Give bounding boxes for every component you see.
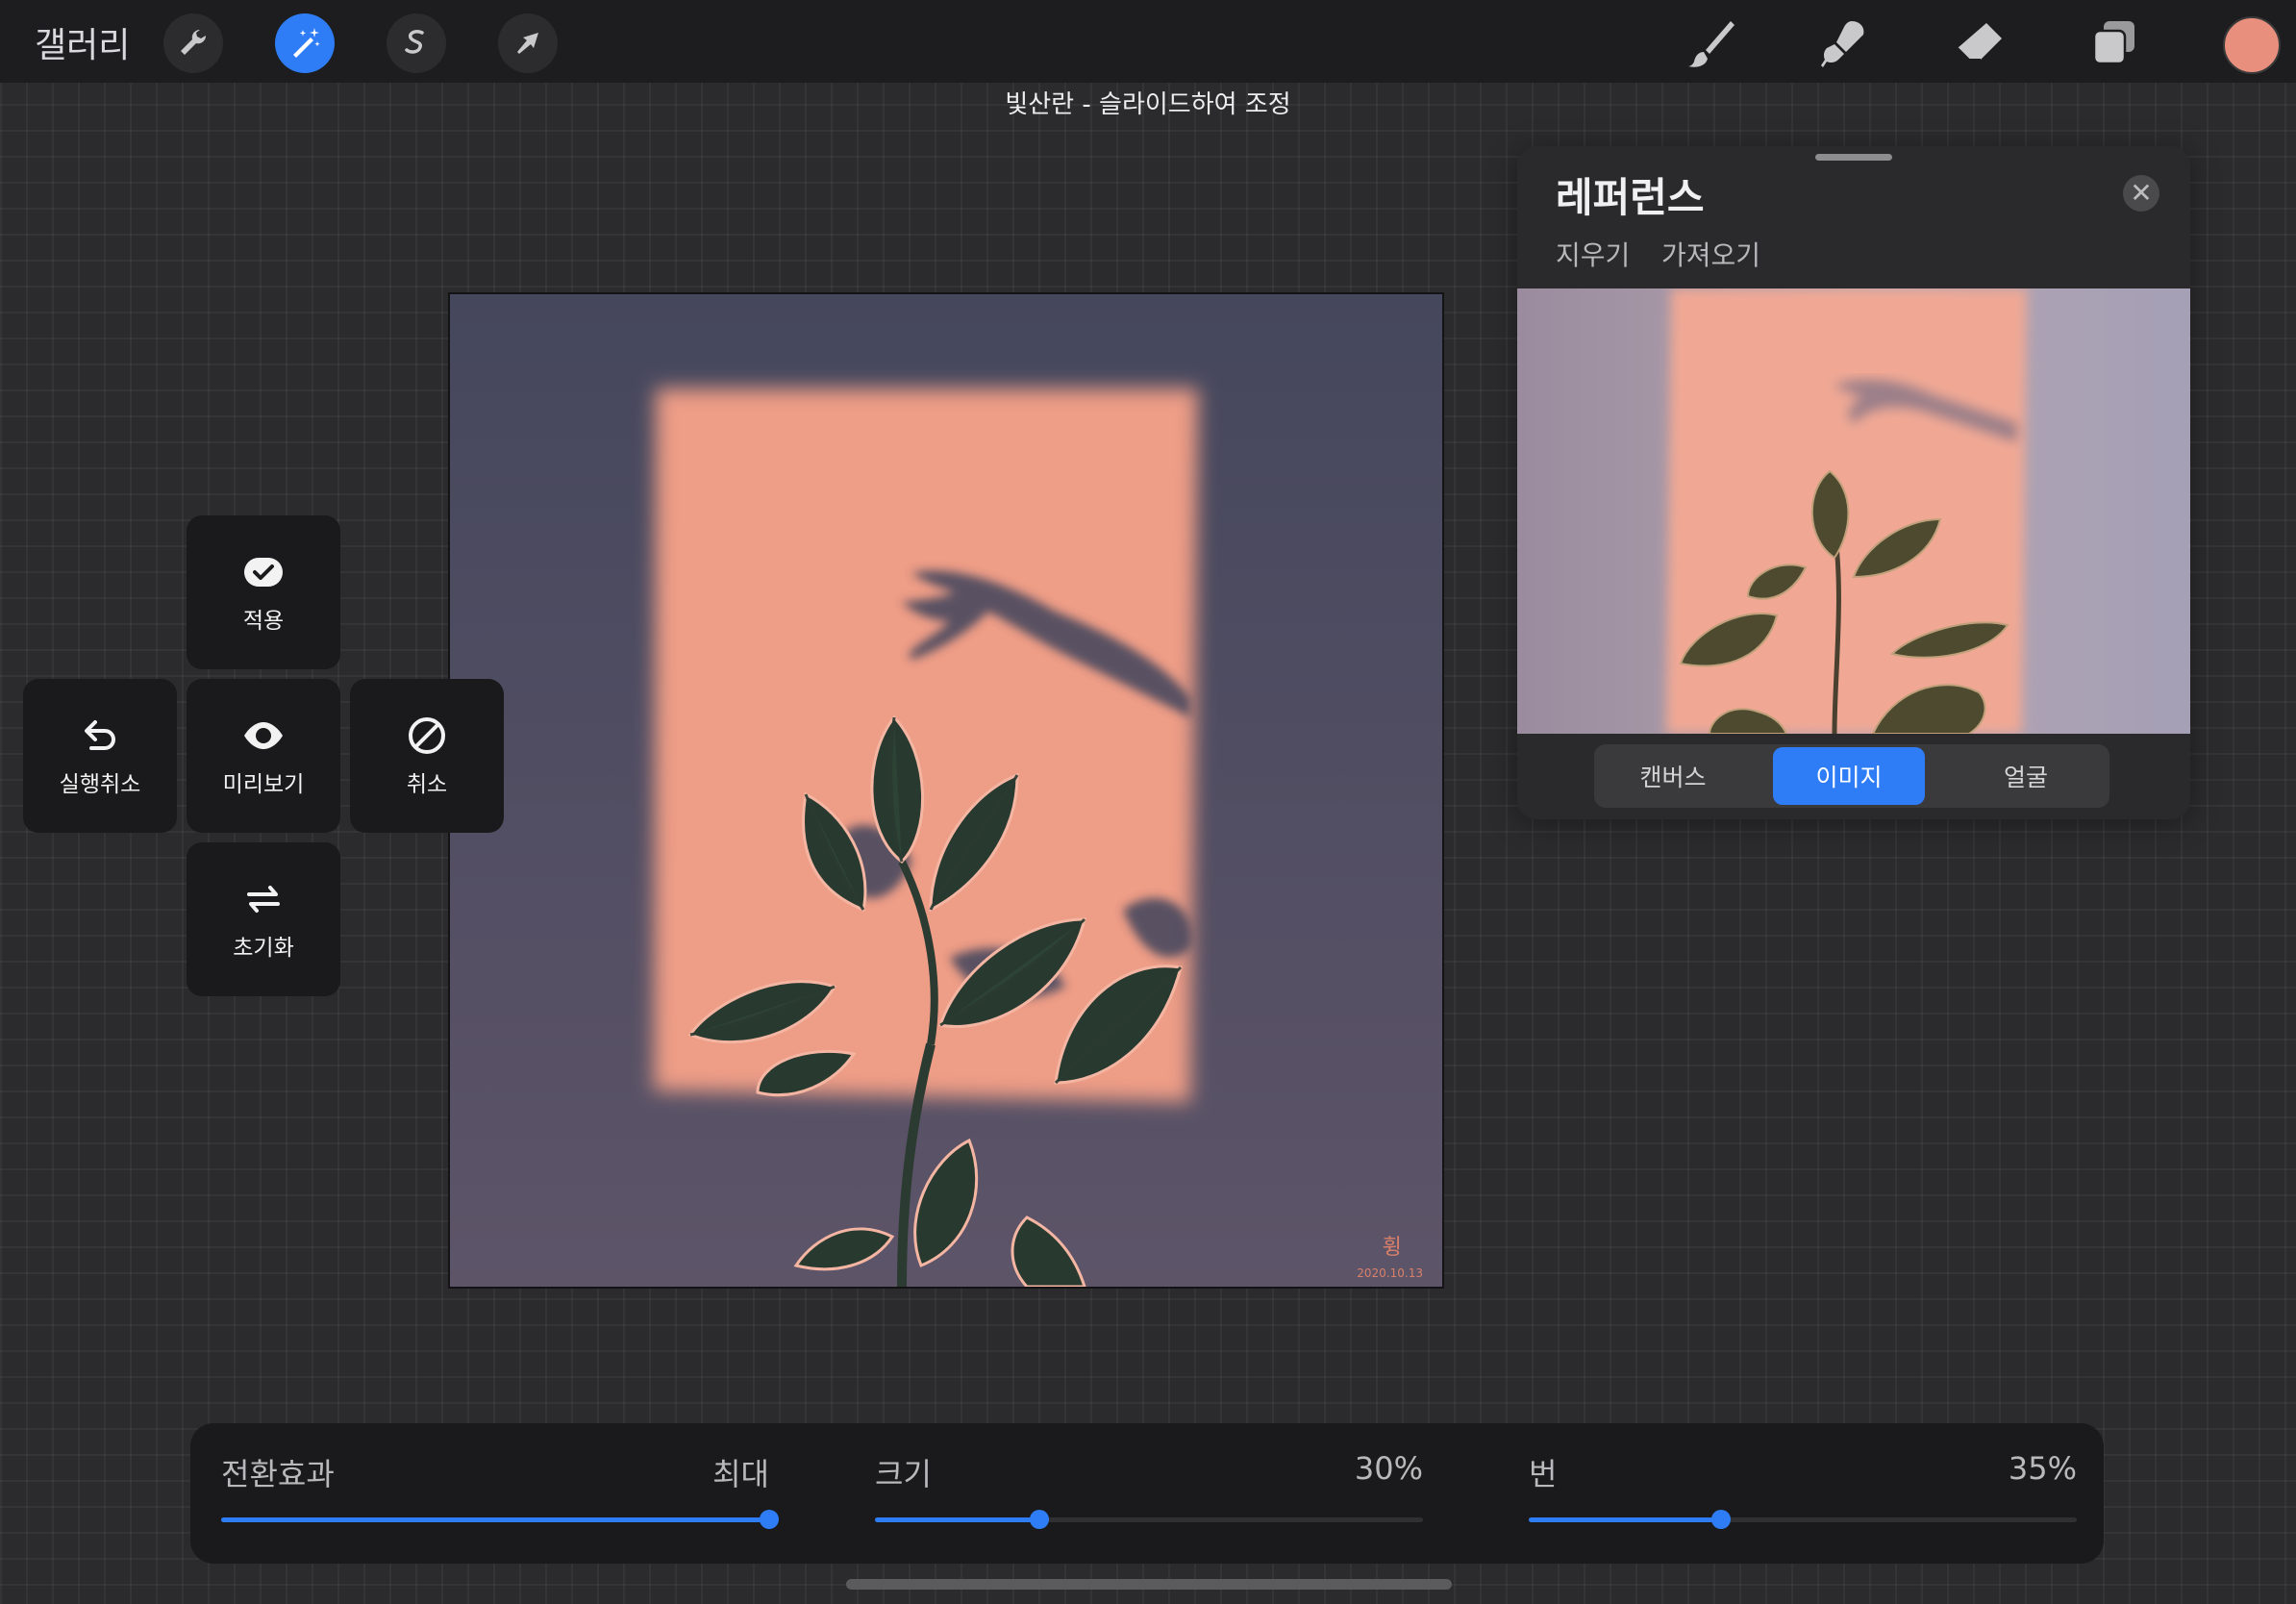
- adjustment-hint: 빛산란 - 슬라이드하여 조정: [0, 85, 2296, 120]
- layers-icon[interactable]: [2084, 13, 2144, 73]
- reference-panel: 레퍼런스 ✕ 지우기 가져오기 캔버스 이미지 얼굴: [1517, 146, 2190, 819]
- adjustment-sliders: 전환효과 최대 크기 30% 번 35%: [190, 1423, 2104, 1564]
- import-button[interactable]: 가져오기: [1661, 235, 1760, 273]
- apply-button[interactable]: 적용: [187, 515, 340, 669]
- reference-image[interactable]: [1517, 288, 2190, 734]
- slider-track[interactable]: [221, 1510, 779, 1529]
- prohibited-icon: [409, 717, 445, 754]
- preview-button[interactable]: 미리보기: [187, 679, 340, 833]
- undo-label: 실행취소: [59, 772, 141, 797]
- slider-value: 30%: [1354, 1450, 1423, 1487]
- tab-face[interactable]: 얼굴: [1950, 747, 2102, 805]
- eye-icon: [244, 722, 283, 749]
- drawing-canvas[interactable]: 휭 2020.10.13: [448, 292, 1444, 1289]
- transition-slider[interactable]: 전환효과 최대: [221, 1423, 779, 1564]
- undo-button[interactable]: 실행취소: [23, 679, 177, 833]
- color-swatch[interactable]: [2223, 16, 2281, 74]
- cancel-button[interactable]: 취소: [350, 679, 504, 833]
- reset-arrows-icon: [247, 886, 280, 913]
- slider-knob[interactable]: [760, 1510, 779, 1529]
- slider-label: 크기: [875, 1456, 932, 1492]
- slider-fill: [221, 1517, 769, 1522]
- slider-value: 최대: [712, 1456, 769, 1492]
- reference-mode-selector: 캔버스 이미지 얼굴: [1594, 744, 2109, 808]
- slider-knob[interactable]: [1710, 1510, 1731, 1529]
- reference-title: 레퍼런스: [1556, 174, 1705, 221]
- magic-wand-icon[interactable]: [275, 13, 335, 73]
- close-icon[interactable]: ✕: [2123, 175, 2159, 212]
- svg-text:휭: 휭: [1383, 1236, 1402, 1260]
- slider-fill: [1529, 1517, 1721, 1522]
- slider-track[interactable]: [1529, 1510, 2077, 1529]
- transform-arrow-icon[interactable]: [498, 13, 558, 73]
- smudge-icon[interactable]: [1815, 13, 1875, 73]
- tab-image[interactable]: 이미지: [1773, 747, 1925, 805]
- size-slider[interactable]: 크기 30%: [875, 1423, 1423, 1564]
- slider-label: 번: [1529, 1456, 1558, 1492]
- eraser-icon[interactable]: [1950, 13, 2009, 73]
- slider-fill: [875, 1517, 1039, 1522]
- reset-button[interactable]: 초기화: [187, 842, 340, 996]
- svg-text:2020.10.13: 2020.10.13: [1357, 1266, 1423, 1280]
- slider-knob[interactable]: [1030, 1510, 1049, 1529]
- burn-slider[interactable]: 번 35%: [1529, 1423, 2077, 1564]
- reset-label: 초기화: [233, 936, 294, 961]
- home-indicator: [846, 1579, 1452, 1590]
- apply-label: 적용: [242, 609, 285, 634]
- clear-button[interactable]: 지우기: [1556, 235, 1630, 273]
- hint-mode: 빛산란 -: [1005, 90, 1091, 119]
- drag-handle[interactable]: [1815, 154, 1892, 161]
- slider-label: 전환효과: [221, 1456, 335, 1492]
- undo-icon: [85, 720, 115, 750]
- slider-value: 35%: [2008, 1450, 2077, 1487]
- slider-track[interactable]: [875, 1510, 1423, 1529]
- top-toolbar: 갤러리: [0, 0, 2296, 83]
- hint-instruction: 슬라이드하여 조정: [1099, 90, 1291, 119]
- brush-icon[interactable]: [1681, 13, 1740, 73]
- wrench-icon[interactable]: [163, 13, 223, 73]
- preview-label: 미리보기: [222, 772, 305, 797]
- cancel-label: 취소: [406, 772, 448, 797]
- check-icon: [244, 558, 283, 587]
- selection-icon[interactable]: [387, 13, 446, 73]
- tab-canvas[interactable]: 캔버스: [1597, 747, 1749, 805]
- gallery-button[interactable]: 갤러리: [35, 17, 130, 67]
